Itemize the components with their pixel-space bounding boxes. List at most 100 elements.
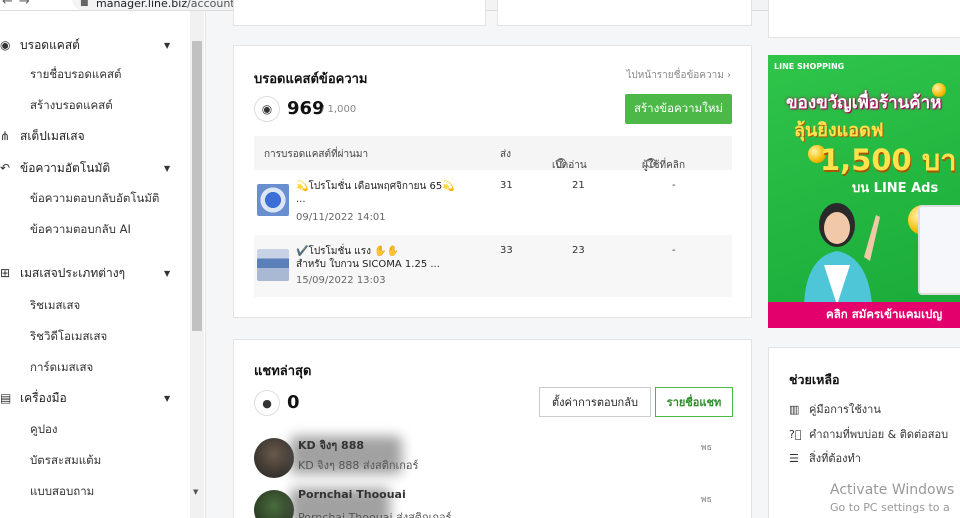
scroll-down-icon[interactable]: ▼ xyxy=(193,488,198,496)
avatar xyxy=(254,490,294,518)
chevron-down-icon: ▼ xyxy=(164,393,171,403)
broadcast-list-link-label: ไปหน้ารายชื่อข้อความ xyxy=(626,70,724,81)
row-sent: 33 xyxy=(500,245,513,256)
banner-headline: ของขวัญเพื่อร้านค้าห xyxy=(786,93,942,113)
broadcast-icon: ◉ xyxy=(0,38,11,52)
row-clicked: - xyxy=(672,180,676,191)
chevron-down-icon: ▼ xyxy=(164,163,171,173)
col-past-broadcasts: การบรอดแคสต์ที่ผ่านมา xyxy=(264,149,369,160)
url-host: manager.line.biz xyxy=(96,0,188,10)
browser-nav: ← → xyxy=(2,0,36,9)
sidebar-sub-reward-card[interactable]: บัตรสะสมแต้ม xyxy=(30,448,101,474)
step-message-icon: ⋔ xyxy=(0,129,11,143)
sidebar-sub-auto-reply-message[interactable]: ข้อความตอบกลับอัตโนมัติ xyxy=(30,186,159,212)
banner-device-illustration xyxy=(918,205,960,295)
sidebar-item-label: บรอดแคสต์ xyxy=(20,37,80,52)
sidebar-sub-ai-reply[interactable]: ข้อความตอบกลับ AI xyxy=(30,217,131,243)
auto-reply-icon: ↶ xyxy=(0,161,11,175)
chat-time: พธ xyxy=(700,495,712,505)
help-item-label: คู่มือการใช้งาน xyxy=(809,403,881,416)
sidebar-sub-survey[interactable]: แบบสอบถาม xyxy=(30,479,94,505)
table-row[interactable]: ✔️โปรโมชั่น แรง ✋✋ สำหรับ ใบกวน SICOMA 1.… xyxy=(254,235,732,297)
broadcast-count: 969 xyxy=(287,98,325,119)
sidebar-item-label: สเต็ปเมสเสจ xyxy=(20,128,85,143)
help-item-label: สิ่งที่ต้องทำ xyxy=(809,452,861,465)
row-opened: 21 xyxy=(572,180,585,191)
book-icon: ▥ xyxy=(789,403,800,416)
broadcast-limit: / 1,000 xyxy=(321,104,357,115)
sidebar-sub-rich-video-message[interactable]: ริชวิดีโอเมสเสจ xyxy=(30,324,107,350)
sidebar-sub-coupon[interactable]: คูปอง xyxy=(30,417,58,443)
broadcast-list-link[interactable]: ไปหน้ารายชื่อข้อความ › xyxy=(626,68,731,83)
sidebar-item-message-types[interactable]: ⊞ เมสเสจประเภทต่างๆ ▼ xyxy=(0,259,190,287)
back-icon[interactable]: ← xyxy=(2,0,13,9)
forward-icon[interactable]: → xyxy=(19,0,30,9)
sidebar-item-label: เมสเสจประเภทต่างๆ xyxy=(20,265,126,280)
row-title: ✔️โปรโมชั่น แรง ✋✋ xyxy=(296,246,400,257)
chat-contact-name: Pornchai Thoouai xyxy=(298,488,406,501)
info-icon[interactable]: ? xyxy=(556,158,566,169)
chat-list-item[interactable]: KD จิงๆ 888 KD จิงๆ 888 ส่งสติกเกอร์ พธ xyxy=(254,436,732,480)
chat-bubble-icon: ● xyxy=(254,390,280,416)
recent-chat-card: แชทล่าสุด ● 0 ตั้งค่าการตอบกลับ รายชื่อแ… xyxy=(233,339,752,518)
message-types-icon: ⊞ xyxy=(0,266,11,280)
chat-list-button[interactable]: รายชื่อแชท xyxy=(655,387,733,417)
sidebar-sub-create-broadcast[interactable]: สร้างบรอดแคสต์ xyxy=(30,93,113,119)
banner-person-illustration xyxy=(804,203,880,305)
summary-card-left xyxy=(233,0,486,26)
scrollbar-thumb[interactable] xyxy=(192,41,202,331)
banner-brand: LINE SHOPPING xyxy=(774,62,845,71)
sidebar-item-auto-reply[interactable]: ↶ ข้อความอัตโนมัติ ▼ xyxy=(0,154,190,182)
help-item-faq[interactable]: ?⃞ คำถามที่พบบ่อย & ติดต่อสอบ xyxy=(789,425,948,443)
chat-contact-name: KD จิงๆ 888 xyxy=(298,439,364,452)
chat-last-message: Pornchai Thoouai ส่งสติกเกอร์ xyxy=(298,511,452,518)
chat-last-message: KD จิงๆ 888 ส่งสติกเกอร์ xyxy=(298,459,419,472)
broadcast-thumbnail xyxy=(257,184,289,216)
row-subtitle: ... xyxy=(296,194,306,205)
sidebar-sub-rich-message[interactable]: ริชเมสเสจ xyxy=(30,293,80,319)
windows-activation-title: Activate Windows xyxy=(830,482,955,498)
sidebar-sub-card-message[interactable]: การ์ดเมสเสจ xyxy=(30,355,93,381)
sidebar-scrollbar[interactable]: ▼ xyxy=(190,11,204,518)
help-title: ช่วยเหลือ xyxy=(789,372,840,387)
chevron-down-icon: ▼ xyxy=(164,40,171,50)
recent-chat-title: แชทล่าสุด xyxy=(254,364,312,379)
help-item-todo[interactable]: ☰ สิ่งที่ต้องทำ xyxy=(789,449,861,467)
sidebar-item-broadcast[interactable]: ◉ บรอดแคสต์ ▼ xyxy=(0,31,190,59)
table-row[interactable]: 💫โปรโมชั่น เดือนพฤศจิกายน 65💫... 09/11/2… xyxy=(254,170,732,232)
broadcast-row-title: 💫โปรโมชั่น เดือนพฤศจิกายน 65💫... xyxy=(296,180,455,206)
chevron-down-icon: ▼ xyxy=(164,268,171,278)
broadcast-table-header: การบรอดแคสต์ที่ผ่านมา ส่ง เปิดอ่าน? ผู้ใ… xyxy=(254,136,732,171)
sidebar-sub-broadcast-list[interactable]: รายชื่อบรอดแคสต์ xyxy=(30,62,122,88)
broadcast-thumbnail xyxy=(257,249,289,281)
sidebar-item-tools[interactable]: ▤ เครื่องมือ ▼ xyxy=(0,384,190,412)
summary-card-right xyxy=(497,0,752,26)
info-icon[interactable]: ? xyxy=(646,158,656,169)
help-item-label: คำถามที่พบบ่อย & ติดต่อสอบ xyxy=(809,428,949,441)
broadcast-card: บรอดแคสต์ข้อความ ไปหน้ารายชื่อข้อความ › … xyxy=(233,45,752,318)
lock-icon: ■ xyxy=(80,0,89,8)
sidebar-item-step-message[interactable]: ⋔ สเต็ปเมสเสจ xyxy=(0,122,190,150)
create-message-button[interactable]: สร้างข้อความใหม่ xyxy=(625,94,732,124)
windows-activation-subtitle: Go to PC settings to a xyxy=(830,501,950,514)
promo-banner[interactable]: LINE SHOPPING ของขวัญเพื่อร้านค้าห ลุ้นย… xyxy=(768,55,960,328)
broadcast-row-title: ✔️โปรโมชั่น แรง ✋✋ สำหรับ ใบกวน SICOMA 1.… xyxy=(296,245,440,271)
sidebar: ◉ บรอดแคสต์ ▼ รายชื่อบรอดแคสต์ สร้างบรอด… xyxy=(0,11,206,518)
chevron-right-icon: › xyxy=(727,70,731,81)
row-date: 09/11/2022 14:01 xyxy=(296,212,386,223)
row-clicked: - xyxy=(672,245,676,256)
side-card-top xyxy=(768,0,960,38)
row-subtitle: สำหรับ ใบกวน SICOMA 1.25 ... xyxy=(296,259,440,270)
chat-time: พธ xyxy=(700,443,712,453)
avatar xyxy=(254,438,294,478)
row-sent: 31 xyxy=(500,180,513,191)
sidebar-item-label: เครื่องมือ xyxy=(20,390,67,405)
reply-settings-button[interactable]: ตั้งค่าการตอบกลับ xyxy=(539,387,651,417)
col-sent: ส่ง xyxy=(500,149,511,160)
chat-list-item[interactable]: Pornchai Thoouai Pornchai Thoouai ส่งสติ… xyxy=(254,488,732,518)
banner-cta[interactable]: คลิก สมัครเข้าแคมเปญ xyxy=(768,302,960,328)
row-date: 15/09/2022 13:03 xyxy=(296,275,386,286)
tools-icon: ▤ xyxy=(0,391,12,405)
help-item-manual[interactable]: ▥ คู่มือการใช้งาน xyxy=(789,400,881,418)
checklist-icon: ☰ xyxy=(789,452,799,465)
